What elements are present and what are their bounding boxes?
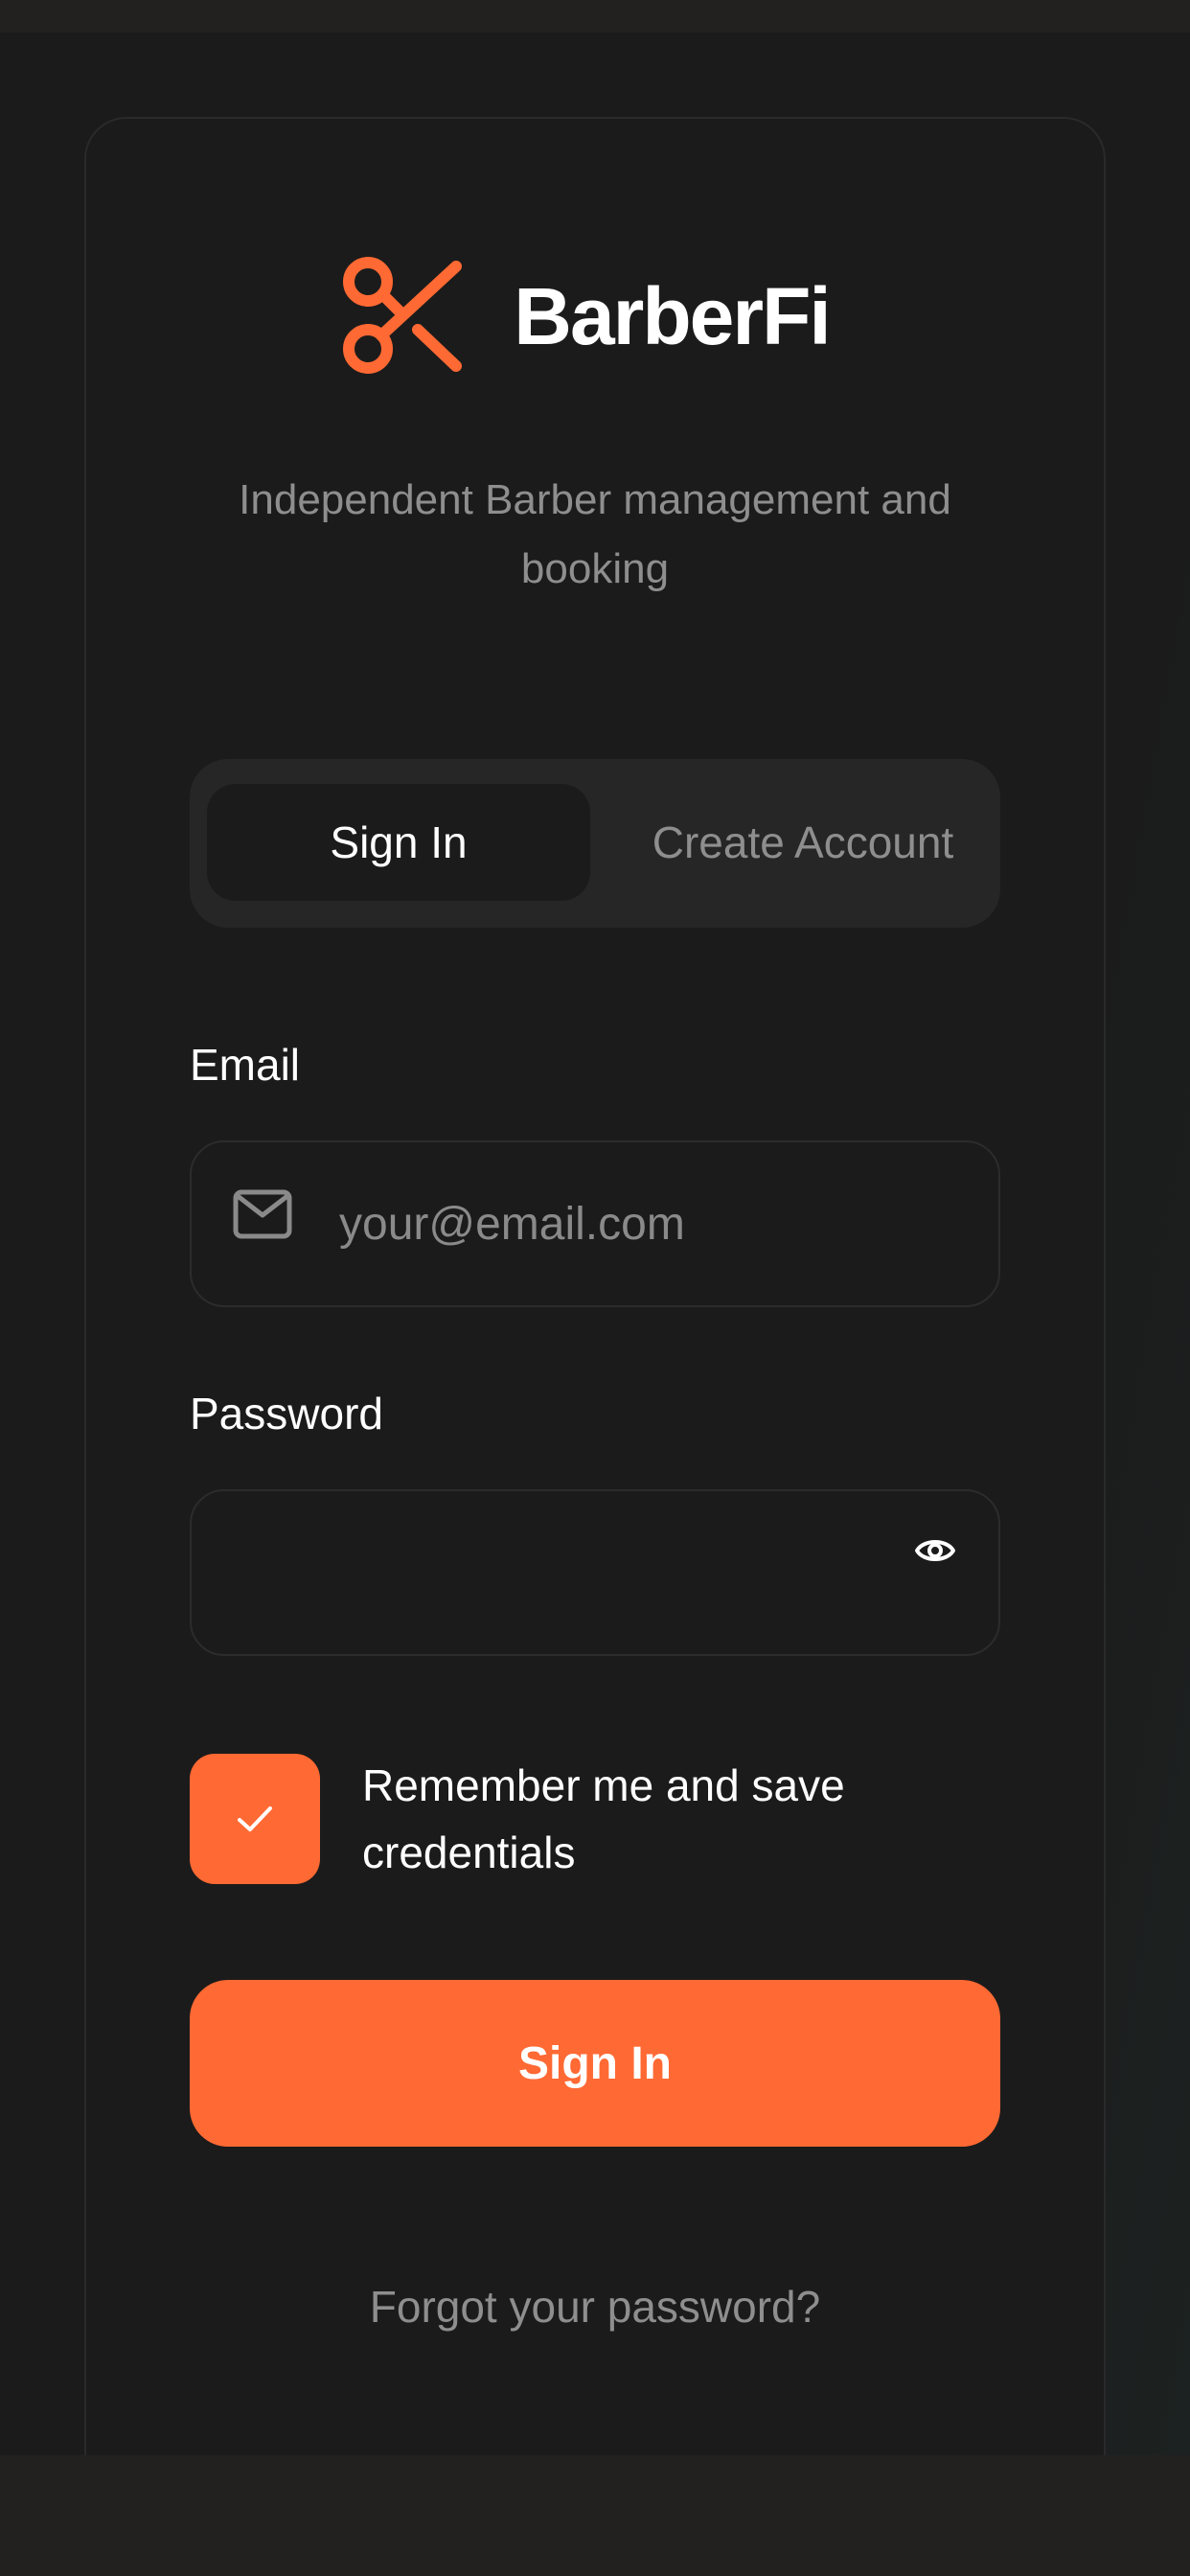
bottom-bar	[0, 2455, 1190, 2576]
remember-checkbox[interactable]	[190, 1754, 320, 1884]
password-field[interactable]	[190, 1489, 1000, 1656]
sign-in-button[interactable]: Sign In	[190, 1980, 1000, 2147]
auth-tabs: Sign In Create Account	[190, 759, 1000, 928]
tab-create-account[interactable]: Create Account	[611, 784, 995, 901]
password-label: Password	[190, 1389, 383, 1438]
brand-name: BarberFi	[514, 270, 831, 361]
status-bar	[0, 0, 1190, 33]
tab-sign-in[interactable]: Sign In	[207, 784, 590, 901]
tagline: Independent Barber management and bookin…	[239, 476, 951, 592]
password-input[interactable]	[230, 1491, 881, 1654]
scissors-icon	[343, 257, 463, 374]
eye-icon[interactable]	[914, 1530, 956, 1572]
email-input[interactable]	[339, 1142, 952, 1305]
forgot-password-link[interactable]: Forgot your password?	[190, 2281, 1000, 2333]
email-field[interactable]	[190, 1140, 1000, 1307]
remember-label[interactable]: Remember me and save credentials	[362, 1752, 975, 1886]
brand-header: BarberFi	[0, 251, 1190, 381]
email-label: Email	[190, 1040, 301, 1090]
mail-icon	[233, 1189, 292, 1239]
checkmark-icon	[238, 1806, 272, 1831]
